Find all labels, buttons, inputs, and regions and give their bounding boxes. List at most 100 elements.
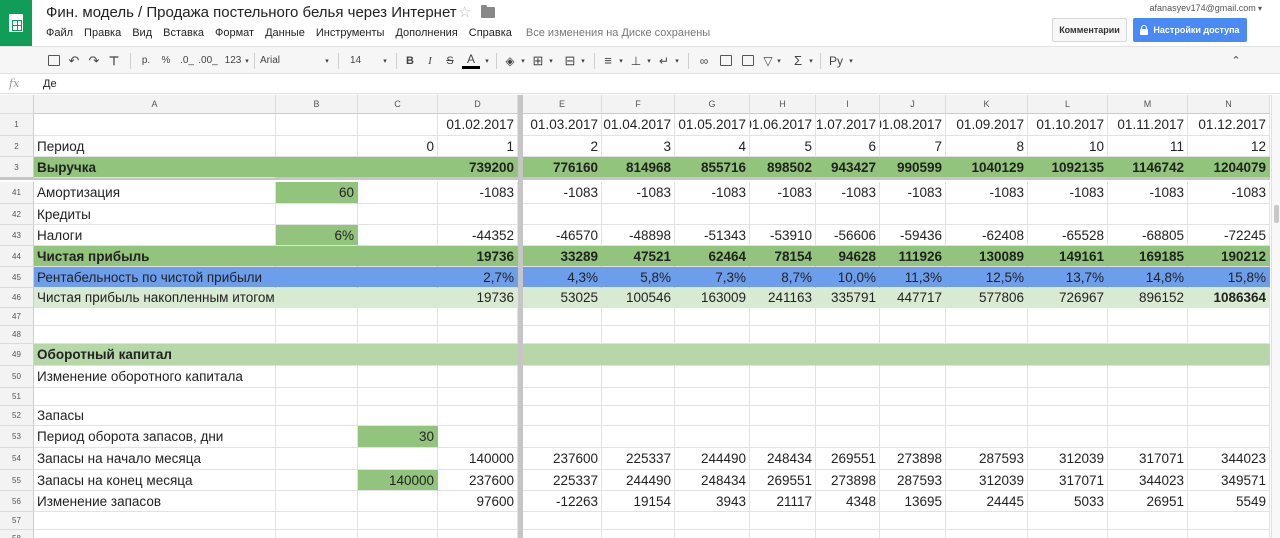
data-cell[interactable] <box>358 344 438 366</box>
data-cell[interactable]: 78154 <box>750 246 816 267</box>
paint-format-icon[interactable]: ⊤ <box>106 52 122 69</box>
data-cell[interactable] <box>438 512 518 530</box>
italic-button[interactable]: I <box>422 52 438 69</box>
row-header[interactable]: 47 <box>0 308 34 326</box>
data-cell[interactable] <box>675 388 750 406</box>
data-cell[interactable]: -46570 <box>523 225 602 246</box>
data-cell[interactable] <box>1108 344 1188 366</box>
row-header[interactable]: 44 <box>0 246 34 267</box>
column-header[interactable]: G <box>675 95 750 114</box>
data-cell[interactable] <box>276 267 358 288</box>
data-cell[interactable]: 01.08.2017 <box>880 114 946 136</box>
data-cell[interactable]: -59436 <box>880 225 946 246</box>
data-cell[interactable] <box>1108 388 1188 406</box>
row-header[interactable]: 43 <box>0 225 34 246</box>
data-cell[interactable]: -1083 <box>1108 182 1188 204</box>
data-cell[interactable] <box>880 344 946 366</box>
bold-button[interactable]: B <box>402 52 418 69</box>
data-cell[interactable] <box>602 204 675 225</box>
data-cell[interactable]: 344023 <box>1108 470 1188 491</box>
data-cell[interactable]: 287593 <box>880 470 946 491</box>
data-cell[interactable]: 140000 <box>438 448 518 470</box>
data-cell[interactable] <box>1028 426 1108 448</box>
data-cell[interactable] <box>750 426 816 448</box>
data-cell[interactable]: 2 <box>523 136 602 157</box>
data-cell[interactable]: -48898 <box>602 225 675 246</box>
data-cell[interactable]: 01.04.2017 <box>602 114 675 136</box>
data-cell[interactable]: -53910 <box>750 225 816 246</box>
chevron-down-icon[interactable]: ▾ <box>806 52 816 69</box>
data-cell[interactable] <box>1108 530 1188 538</box>
data-cell[interactable] <box>1188 308 1270 326</box>
percent-format-button[interactable]: % <box>158 52 174 69</box>
column-header[interactable]: M <box>1108 95 1188 114</box>
data-cell[interactable] <box>523 204 602 225</box>
data-cell[interactable] <box>675 204 750 225</box>
row-header[interactable]: 58 <box>0 530 34 538</box>
data-cell[interactable]: 4348 <box>816 491 880 512</box>
data-cell[interactable]: 12 <box>1188 136 1270 157</box>
data-cell[interactable] <box>675 512 750 530</box>
print-icon[interactable] <box>46 52 62 69</box>
data-cell[interactable]: 10,0% <box>816 267 880 288</box>
column-header[interactable]: N <box>1188 95 1270 114</box>
data-cell[interactable]: 241163 <box>750 288 816 308</box>
data-cell[interactable] <box>1188 426 1270 448</box>
decrease-decimals-button[interactable]: .0_ <box>178 52 196 69</box>
data-cell[interactable] <box>1028 388 1108 406</box>
row-label-cell[interactable]: Период <box>34 136 276 157</box>
data-cell[interactable] <box>816 388 880 406</box>
row-label-cell[interactable]: Изменение запасов <box>34 491 276 512</box>
chevron-down-icon[interactable]: ▾ <box>518 52 528 69</box>
data-cell[interactable]: 47521 <box>602 246 675 267</box>
data-cell[interactable] <box>358 388 438 406</box>
data-cell[interactable] <box>438 406 518 426</box>
data-cell[interactable] <box>675 366 750 388</box>
menu-help[interactable]: Справка <box>469 27 512 39</box>
data-cell[interactable] <box>880 530 946 538</box>
data-cell[interactable]: 312039 <box>1028 448 1108 470</box>
row-label-cell[interactable]: Чистая прибыль <box>34 246 276 267</box>
data-cell[interactable]: 1 <box>438 136 518 157</box>
row-header[interactable]: 50 <box>0 366 34 388</box>
font-size-select[interactable]: 14 <box>344 52 384 69</box>
vertical-scrollbar[interactable] <box>1271 95 1280 538</box>
data-cell[interactable] <box>1028 366 1108 388</box>
menu-tools[interactable]: Инструменты <box>316 27 385 39</box>
data-cell[interactable] <box>438 426 518 448</box>
insert-comment-icon[interactable] <box>718 52 734 69</box>
data-cell[interactable]: 248434 <box>675 470 750 491</box>
data-cell[interactable]: -65528 <box>1028 225 1108 246</box>
data-cell[interactable]: 776160 <box>523 157 602 178</box>
row-label-cell[interactable] <box>34 388 276 406</box>
row-label-cell[interactable] <box>34 512 276 530</box>
collapse-menus-icon[interactable]: ⌃ <box>1228 52 1244 69</box>
column-header[interactable]: D <box>438 95 518 114</box>
data-cell[interactable] <box>358 267 438 288</box>
row-label-cell[interactable]: Оборотный капитал <box>34 344 276 366</box>
data-cell[interactable] <box>816 204 880 225</box>
vertical-align-icon[interactable]: ⊥ <box>628 52 644 69</box>
data-cell[interactable]: 814968 <box>602 157 675 178</box>
data-cell[interactable]: 447717 <box>880 288 946 308</box>
merge-cells-icon[interactable]: ⊟ <box>562 52 578 69</box>
data-cell[interactable] <box>276 388 358 406</box>
data-cell[interactable]: 24445 <box>946 491 1028 512</box>
data-cell[interactable]: -1083 <box>1028 182 1108 204</box>
row-header[interactable]: 49 <box>0 344 34 366</box>
data-cell[interactable]: 273898 <box>880 448 946 470</box>
data-cell[interactable] <box>358 182 438 204</box>
data-cell[interactable]: 97600 <box>438 491 518 512</box>
data-cell[interactable] <box>358 114 438 136</box>
data-cell[interactable] <box>523 426 602 448</box>
row-label-cell[interactable] <box>34 326 276 344</box>
data-cell[interactable] <box>880 326 946 344</box>
data-cell[interactable]: 3943 <box>675 491 750 512</box>
column-header[interactable]: E <box>523 95 602 114</box>
account-email[interactable]: afanasyev174@gmail.com <box>1150 3 1262 13</box>
row-header[interactable]: 56 <box>0 491 34 512</box>
data-cell[interactable]: 244490 <box>675 448 750 470</box>
data-cell[interactable]: 01.03.2017 <box>523 114 602 136</box>
data-cell[interactable] <box>276 366 358 388</box>
row-header[interactable]: 46 <box>0 288 34 308</box>
